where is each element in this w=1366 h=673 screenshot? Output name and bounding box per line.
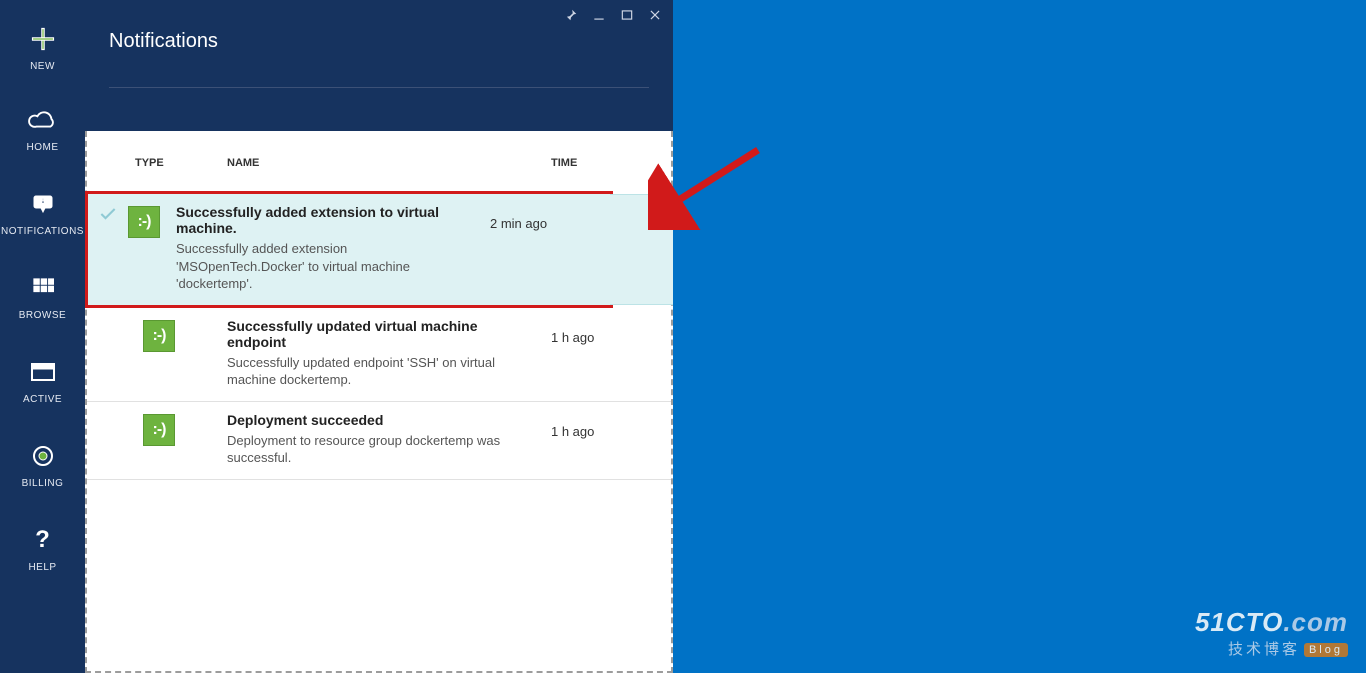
sidebar-item-new[interactable]: NEW [0,8,85,86]
success-badge-icon: :-) [128,206,160,238]
sidebar-item-active[interactable]: ACTIVE [0,338,85,422]
check-icon [88,204,128,224]
notification-desc: Deployment to resource group dockertemp … [227,432,533,467]
notification-row[interactable]: :-) Successfully updated virtual machine… [87,308,671,402]
notification-time: 1 h ago [551,412,671,439]
success-badge-icon: :-) [143,320,175,352]
sidebar-item-browse[interactable]: BROWSE [0,254,85,338]
notifications-panel: Notifications TYPE NAME TIME :-) Success… [85,0,673,673]
maximize-icon[interactable] [619,8,635,27]
notification-row[interactable]: :-) Deployment succeeded Deployment to r… [87,402,671,480]
sidebar-item-label: ACTIVE [23,394,62,405]
sidebar: NEW HOME NOTIFICATIONS BROWSE ACTIVE [0,0,85,673]
sidebar-item-home[interactable]: HOME [0,86,85,170]
cloud-icon [27,104,59,136]
sidebar-item-label: BILLING [22,478,64,489]
column-headers: TYPE NAME TIME [87,131,671,191]
sidebar-item-label: NEW [30,61,55,72]
notification-time: 1 h ago [551,318,671,345]
window-controls [563,8,663,27]
col-header-type: TYPE [87,157,227,169]
sidebar-item-notifications[interactable]: NOTIFICATIONS [0,170,85,254]
notification-desc: Successfully updated endpoint 'SSH' on v… [227,354,533,389]
window-icon [27,356,59,388]
sidebar-item-label: BROWSE [19,310,66,321]
panel-body: TYPE NAME TIME :-) Successfully added ex… [85,131,673,673]
sidebar-item-label: HELP [28,562,56,573]
watermark: 51CTO.com 技术博客Blog [1195,607,1348,659]
coin-icon [27,440,59,472]
sidebar-item-billing[interactable]: BILLING [0,422,85,506]
col-header-time: TIME [551,157,671,169]
notification-icon [27,188,59,220]
notification-desc: Successfully added extension 'MSOpenTech… [176,240,472,293]
pin-icon[interactable] [563,8,579,27]
notification-title: Deployment succeeded [227,412,533,428]
notification-title: Successfully added extension to virtual … [176,204,472,236]
grid-icon [27,272,59,304]
success-badge-icon: :-) [143,414,175,446]
watermark-line2: 技术博客Blog [1195,638,1348,659]
notification-title: Successfully updated virtual machine end… [227,318,533,350]
panel-title: Notifications [109,30,649,53]
sidebar-item-label: HOME [27,142,59,153]
notification-time: 2 min ago [490,204,610,231]
plus-icon [27,23,59,55]
sidebar-item-label: NOTIFICATIONS [1,226,84,237]
sidebar-item-help[interactable]: ? HELP [0,506,85,590]
close-icon[interactable] [647,8,663,27]
notification-row[interactable]: :-) Successfully added extension to virt… [85,191,613,308]
divider [109,87,649,88]
minimize-icon[interactable] [591,8,607,27]
question-icon: ? [27,524,59,556]
col-header-name: NAME [227,157,551,169]
background-canvas: 51CTO.com 技术博客Blog [673,0,1366,673]
watermark-line1: 51CTO.com [1195,607,1348,638]
panel-header: Notifications [85,0,673,131]
